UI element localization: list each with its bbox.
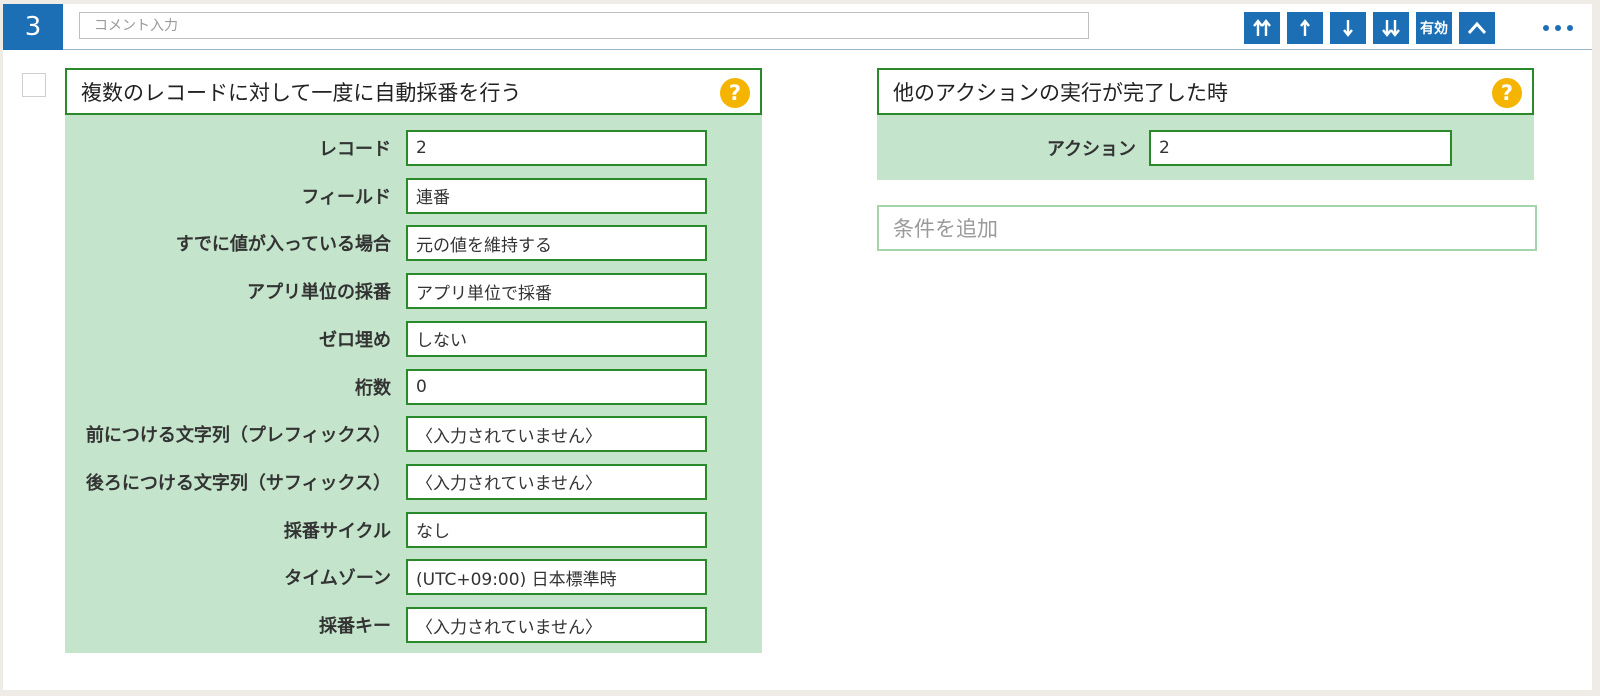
field-label: レコード [319, 139, 391, 160]
field-label: 桁数 [355, 377, 391, 399]
move-down-button[interactable] [1330, 12, 1366, 44]
field-row: 採番サイクル なし [65, 511, 762, 548]
step-select-checkbox[interactable] [22, 73, 46, 97]
step-card: 3 有効 [3, 4, 1592, 690]
step-number: 3 [3, 4, 63, 50]
action-panel-title: 複数のレコードに対して一度に自動採番を行う ? [65, 68, 762, 115]
field-label: 前につける文字列（プレフィックス） [85, 425, 391, 447]
action-panel-body: レコード 2 フィールド 連番 すでに値が入っている場合 元の値を維持する アプリ単位の採番… [65, 115, 762, 653]
move-to-top-button[interactable] [1244, 12, 1280, 44]
field-row: レコード 2 [65, 130, 762, 166]
field-value[interactable]: しない [406, 320, 707, 357]
collapse-button[interactable] [1459, 12, 1495, 44]
field-label: 採番サイクル [283, 520, 391, 542]
field-value[interactable]: 2 [1149, 130, 1452, 166]
enabled-toggle-button[interactable]: 有効 [1416, 12, 1452, 44]
field-label: フィールド [301, 186, 391, 208]
field-row: アクション 2 [877, 130, 1534, 166]
field-row: フィールド 連番 [65, 177, 762, 214]
comment-input[interactable] [79, 12, 1089, 39]
field-row: アプリ単位の採番 アプリ単位で採番 [65, 273, 762, 310]
field-label: 後ろにつける文字列（サフィックス） [85, 472, 391, 494]
field-label: ゼロ埋め [319, 329, 391, 351]
action-title-text: 複数のレコードに対して一度に自動採番を行う [81, 80, 522, 105]
field-value[interactable]: 〈入力されていません〉 [406, 416, 707, 453]
field-value[interactable]: (UTC+09:00) 日本標準時 [406, 559, 707, 596]
help-icon[interactable]: ? [1492, 78, 1522, 108]
field-label: すでに値が入っている場合 [175, 234, 391, 256]
move-up-icon [1300, 19, 1310, 36]
field-row: 前につける文字列（プレフィックス） 〈入力されていません〉 [65, 416, 762, 453]
trigger-title-text: 他のアクションの実行が完了した時 [893, 80, 1228, 105]
field-label: 採番キー [319, 616, 391, 637]
move-to-top-icon [1253, 19, 1271, 36]
field-label: アクション [1046, 139, 1136, 160]
more-options-button[interactable] [1538, 12, 1578, 44]
field-row: タイムゾーン (UTC+09:00) 日本標準時 [65, 559, 762, 596]
field-row: すでに値が入っている場合 元の値を維持する [65, 225, 762, 262]
field-value[interactable]: 2 [406, 130, 707, 166]
ellipsis-icon [1555, 25, 1561, 31]
move-to-bottom-button[interactable] [1373, 12, 1409, 44]
field-value[interactable]: アプリ単位で採番 [406, 273, 707, 310]
add-condition-button[interactable]: 条件を追加 [877, 205, 1537, 251]
field-row: ゼロ埋め しない [65, 320, 762, 357]
field-row: 採番キー 〈入力されていません〉 [65, 607, 762, 643]
help-icon[interactable]: ? [720, 78, 750, 108]
trigger-panel-body: アクション 2 [877, 115, 1534, 180]
ellipsis-icon [1543, 25, 1549, 31]
field-value[interactable]: 連番 [406, 177, 707, 214]
field-row: 後ろにつける文字列（サフィックス） 〈入力されていません〉 [65, 463, 762, 500]
step-header: 3 有効 [3, 4, 1592, 50]
move-down-icon [1343, 20, 1353, 37]
ellipsis-icon [1567, 25, 1573, 31]
chevron-up-icon [1467, 21, 1487, 34]
field-value[interactable]: なし [406, 511, 707, 548]
move-to-bottom-icon [1382, 20, 1400, 37]
trigger-panel-title: 他のアクションの実行が完了した時 ? [877, 68, 1534, 115]
field-value[interactable]: 〈入力されていません〉 [406, 463, 707, 500]
field-row: 桁数 0 [65, 368, 762, 405]
move-up-button[interactable] [1287, 12, 1323, 44]
field-label: アプリ単位の採番 [247, 282, 391, 304]
field-value[interactable]: 元の値を維持する [406, 225, 707, 262]
field-value[interactable]: 〈入力されていません〉 [406, 607, 707, 643]
field-value[interactable]: 0 [406, 368, 707, 405]
field-label: タイムゾーン [284, 568, 391, 590]
